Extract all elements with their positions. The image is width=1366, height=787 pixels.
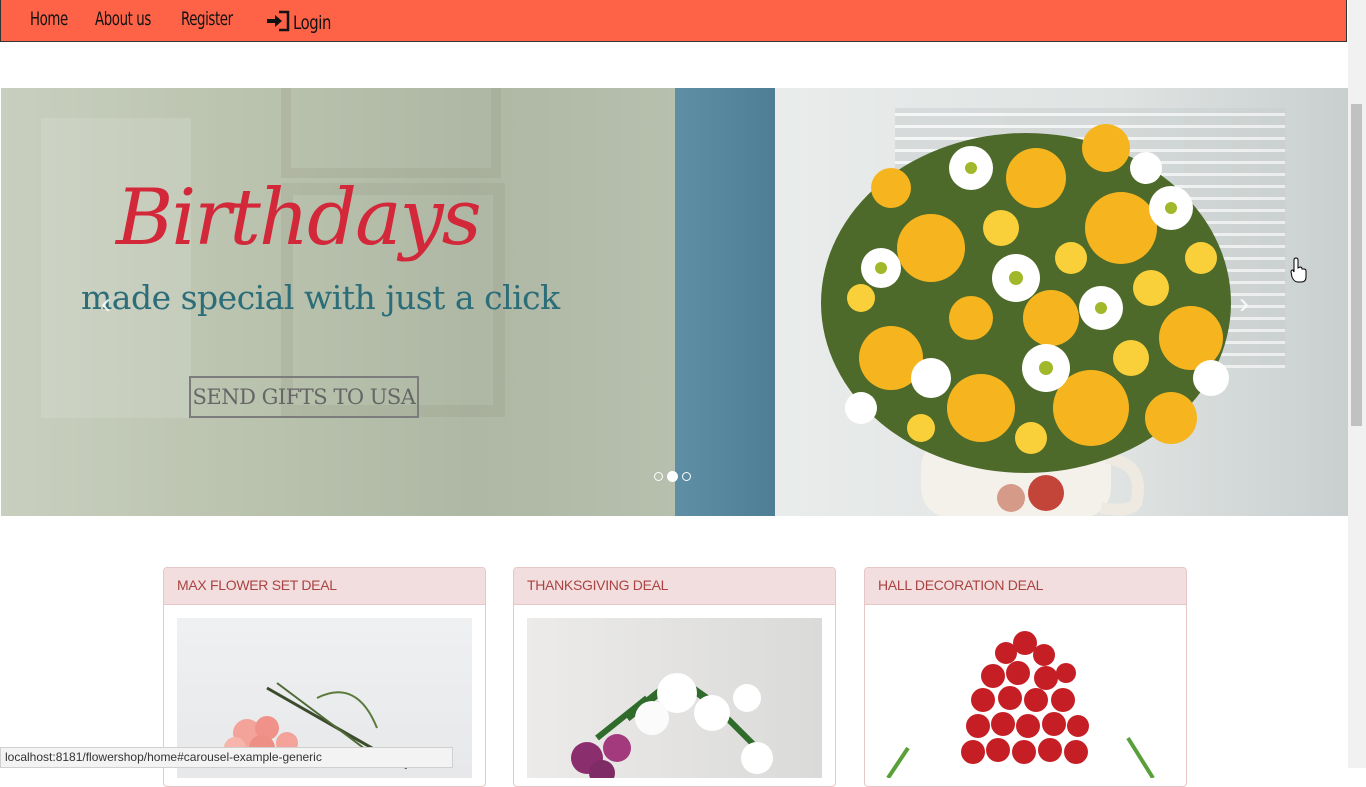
- carousel-subline: made special with just a click: [81, 278, 560, 317]
- carousel-indicators: [654, 471, 691, 482]
- flower-bouquet-image: [821, 124, 1231, 516]
- deal-panel-title: MAX FLOWER SET DEAL: [164, 568, 485, 605]
- nav-about-link[interactable]: About us: [95, 4, 151, 34]
- nav-login-link[interactable]: Login: [265, 6, 342, 36]
- deal-image-hall-decoration[interactable]: [878, 618, 1173, 778]
- chevron-right-icon[interactable]: ›: [1229, 284, 1259, 324]
- scrollbar-thumb[interactable]: [1351, 104, 1362, 426]
- nav-home-link[interactable]: Home: [30, 4, 68, 34]
- carousel-indicator-3[interactable]: [682, 472, 691, 481]
- carousel-indicator-2[interactable]: [667, 471, 678, 482]
- browser-status-bar: localhost:8181/flowershop/home#carousel-…: [0, 747, 453, 768]
- nav-login-label: Login: [293, 11, 332, 34]
- carousel-headline: Birthdays: [116, 173, 482, 263]
- slide-door-panel: [675, 88, 775, 516]
- deal-image-thanksgiving[interactable]: [527, 618, 822, 778]
- carousel-indicator-1[interactable]: [654, 472, 663, 481]
- rose-arrangement-image: [886, 631, 1155, 778]
- send-gifts-button[interactable]: SEND GIFTS TO USA: [189, 376, 419, 418]
- top-navbar: Home About us Register Login: [0, 0, 1347, 42]
- deal-panel-hall-decoration: HALL DECORATION DEAL: [864, 567, 1187, 787]
- hand-cursor-icon: [1290, 257, 1307, 283]
- wall-frame-top: [281, 88, 501, 178]
- deal-panel-title: HALL DECORATION DEAL: [865, 568, 1186, 605]
- nav-register-link[interactable]: Register: [181, 4, 233, 34]
- page-scrollbar[interactable]: [1348, 0, 1366, 768]
- hero-carousel: Birthdays made special with just a click…: [1, 88, 1348, 516]
- deal-panel-title: THANKSGIVING DEAL: [514, 568, 835, 605]
- wall-highlight: [41, 118, 191, 418]
- deal-panel-thanksgiving: THANKSGIVING DEAL: [513, 567, 836, 787]
- login-icon: [267, 10, 290, 32]
- lily-bouquet-image: [571, 673, 773, 778]
- chevron-left-icon[interactable]: ‹: [91, 284, 121, 324]
